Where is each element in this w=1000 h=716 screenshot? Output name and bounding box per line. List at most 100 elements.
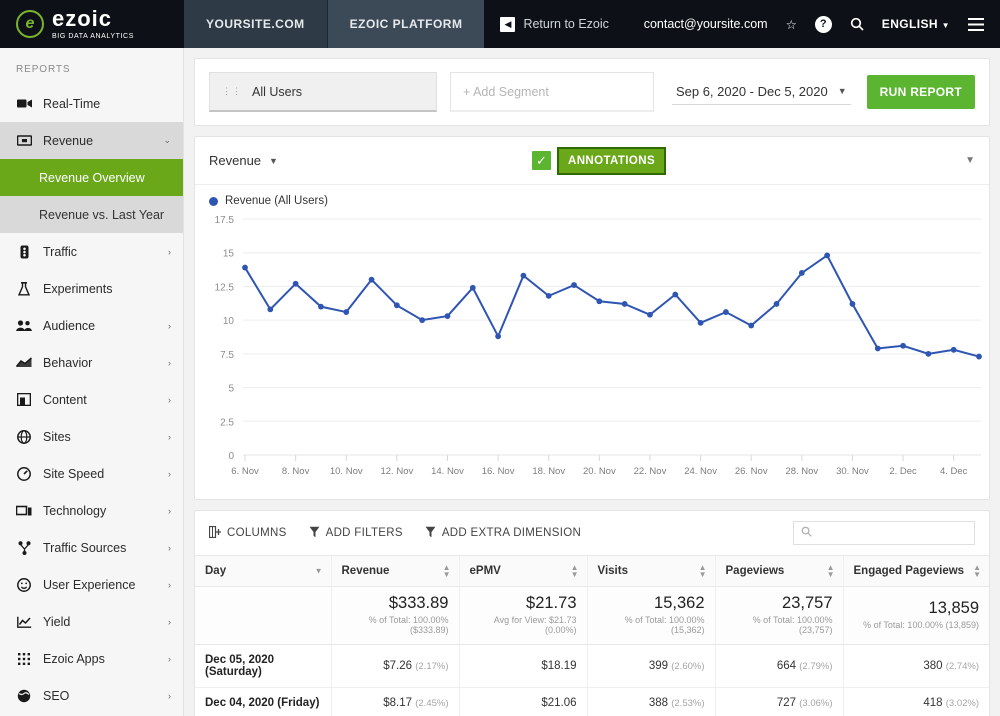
line-chart-icon [16,616,32,628]
chevron-right-icon: › [168,320,171,331]
return-label: Return to Ezoic [523,17,609,31]
svg-text:20. Nov: 20. Nov [583,466,616,477]
sidebar-label: Behavior [43,355,93,370]
sidebar-item-traffic-sources[interactable]: Traffic Sources › [0,529,183,566]
annotations-button[interactable]: ANNOTATIONS [557,146,667,175]
column-header-day[interactable]: Day ▼ [195,555,331,587]
chart-plot-area[interactable]: 0 2.5 5 7.5 10 12.5 15 17.5 6. Nov 8. Nov 10. Nov 1… [195,209,989,499]
date-range-value: Sep 6, 2020 - Dec 5, 2020 [675,83,828,99]
run-report-button[interactable]: RUN REPORT [866,75,975,109]
cell-epmv: $18.19 [458,644,587,688]
sort-icon: ▲ ▼ [973,563,981,579]
sidebar-label: Technology [43,503,107,518]
globe-icon [16,429,32,444]
filter-icon [309,526,320,541]
sidebar-item-sites[interactable]: Sites › [0,418,183,455]
sidebar-item-content[interactable]: Content › [0,381,183,418]
column-header-visits[interactable]: Visits ▲ ▼ [586,555,715,587]
help-icon[interactable]: ? [814,15,832,33]
column-header-pageviews[interactable]: Pageviews ▲ ▼ [714,555,843,587]
add-columns-icon [208,525,221,541]
tab-ezoic-platform[interactable]: EZOIC PLATFORM [327,0,485,48]
svg-text:10. Nov: 10. Nov [330,466,363,477]
svg-text:16. Nov: 16. Nov [482,466,515,477]
column-header-revenue[interactable]: Revenue ▲ ▼ [330,555,459,587]
chevron-right-icon: › [168,579,171,590]
sidebar-item-real-time[interactable]: Real-Time [0,85,183,122]
cell-pageviews: 727 (3.06%) [714,687,843,716]
svg-text:18. Nov: 18. Nov [532,466,565,477]
sidebar-item-user-experience[interactable]: User Experience › [0,566,183,603]
money-icon [16,135,32,146]
return-to-ezoic-button[interactable]: ◀ Return to Ezoic [484,0,624,48]
add-extra-dimension-label: ADD EXTRA DIMENSION [441,527,582,539]
layout-icon [16,393,32,406]
add-segment-placeholder: + Add Segment [463,84,549,99]
table-row[interactable]: Dec 05, 2020 (Saturday) $7.26 (2.17%) $1… [195,644,989,688]
globe-search-icon [16,689,32,703]
sidebar-item-yield[interactable]: Yield › [0,603,183,640]
chevron-right-icon: › [168,468,171,479]
summary-cell-revenue: $333.89 % of Total: 100.00% ($333.89) [330,586,459,645]
metric-selector[interactable]: Revenue ▼ [209,153,278,168]
sidebar-item-audience[interactable]: Audience › [0,307,183,344]
chevron-right-icon: › [168,542,171,553]
add-extra-dimension-button[interactable]: ADD EXTRA DIMENSION [425,526,581,541]
sidebar-label: Experiments [43,281,113,296]
sidebar-item-revenue[interactable]: Revenue ⌄ [0,122,183,159]
column-header-epmv[interactable]: ePMV ▲ ▼ [458,555,587,587]
columns-button[interactable]: COLUMNS [208,525,287,541]
search-icon[interactable] [850,17,864,31]
brand-logo[interactable]: e ezoic BIG DATA ANALYTICS [0,0,184,48]
data-table-card: COLUMNS ADD FILTERS ADD EXTRA DIMENSION [194,510,990,716]
summary-cell-epmv: $21.73 Avg for View: $21.73 (0.00%) [458,586,587,645]
chart-collapse-chevron-icon[interactable]: ▼ [965,155,975,166]
revenue-table: Day ▼ Revenue ▲ ▼ ePMV ▲ ▼ Visits ▲ ▼ Pa… [195,555,989,716]
sidebar-item-behavior[interactable]: Behavior › [0,344,183,381]
cell-day: Dec 04, 2020 (Friday) [195,687,331,716]
sidebar-item-seo[interactable]: SEO › [0,677,183,714]
sidebar-label: Ezoic Apps [43,651,105,666]
svg-text:8. Nov: 8. Nov [282,466,310,477]
add-segment-button[interactable]: + Add Segment [450,72,654,112]
sidebar-label: Site Speed [43,466,105,481]
sidebar-item-ezoic-apps[interactable]: Ezoic Apps › [0,640,183,677]
sidebar-item-technology[interactable]: Technology › [0,492,183,529]
sidebar-label: SEO [43,688,70,703]
svg-text:30. Nov: 30. Nov [836,466,869,477]
video-camera-icon [16,98,32,109]
annotations-checkbox[interactable]: ✓ [532,151,551,170]
tab-yoursite[interactable]: YOURSITE.COM [184,0,327,48]
sort-icon: ▲ ▼ [698,563,707,579]
sidebar-item-revenue-vs-last-year[interactable]: Revenue vs. Last Year [0,196,183,233]
cell-revenue: $7.26 (2.17%) [330,644,459,688]
cell-pageviews: 664 (2.79%) [714,644,843,688]
table-header-row: Day ▼ Revenue ▲ ▼ ePMV ▲ ▼ Visits ▲ ▼ Pa… [195,555,989,587]
sidebar-item-traffic[interactable]: Traffic › [0,233,183,270]
traffic-light-icon [16,245,32,259]
cell-visits: 388 (2.53%) [586,687,715,716]
revenue-line-chart: 0 2.5 5 7.5 10 12.5 15 17.5 6. Nov 8. Nov 10. Nov 1… [215,215,982,477]
language-selector[interactable]: ENGLISH ▼ [882,17,950,31]
drag-handle-icon[interactable]: ⋮⋮ [222,87,242,96]
sidebar-label: Content [43,392,87,407]
segment-all-users[interactable]: ⋮⋮ All Users [209,72,437,112]
sidebar-item-experiments[interactable]: Experiments [0,270,183,307]
sidebar-item-site-speed[interactable]: Site Speed › [0,455,183,492]
sidebar-item-revenue-overview[interactable]: Revenue Overview [0,159,183,196]
add-filters-label: ADD FILTERS [325,527,403,539]
table-row[interactable]: Dec 04, 2020 (Friday) $8.17 (2.45%) $21.… [195,687,989,716]
column-header-engaged-pageviews[interactable]: Engaged Pageviews ▲ ▼ [842,555,989,587]
flask-icon [16,281,32,296]
table-summary-row: $333.89 % of Total: 100.00% ($333.89) $2… [195,586,989,645]
chart-header: Revenue ▼ ✓ ANNOTATIONS ▼ [195,137,989,185]
svg-text:6. Nov: 6. Nov [231,466,259,477]
date-range-picker[interactable]: Sep 6, 2020 - Dec 5, 2020 ▼ [671,80,851,105]
svg-text:0: 0 [228,451,234,462]
star-icon[interactable]: ☆ [786,17,797,32]
svg-text:4. Dec: 4. Dec [940,466,968,477]
add-filters-button[interactable]: ADD FILTERS [309,526,403,541]
account-email[interactable]: contact@yoursite.com [644,17,768,31]
table-search-input[interactable] [793,521,975,545]
hamburger-menu-icon[interactable] [968,17,984,31]
